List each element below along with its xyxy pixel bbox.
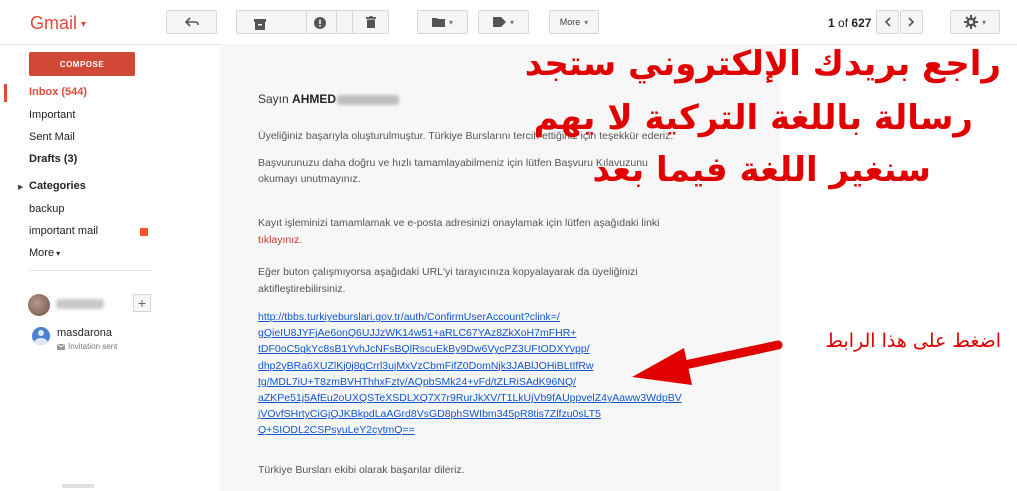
red-arrow <box>632 340 783 385</box>
